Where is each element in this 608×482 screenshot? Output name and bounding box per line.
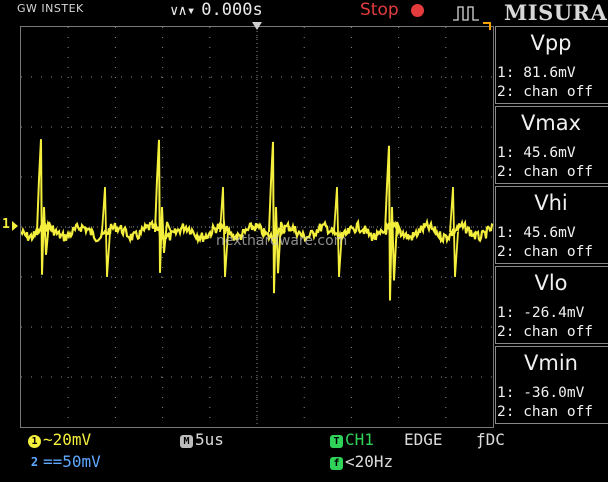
waveform-spike-secondary (219, 186, 229, 278)
measurement-panel: Vpp 1: 81.6mV 2: chan off Vmax 1: 45.6mV… (495, 26, 608, 426)
watermark: nexthardware.com (216, 233, 348, 249)
frequency-badge-icon: f (330, 457, 343, 470)
brand-logo: GW INSTEK (17, 2, 84, 15)
measurement-ch2-value: 2: chan off (497, 324, 594, 340)
channel1-scale[interactable]: 1 ~20mV (28, 430, 91, 449)
measurement-vmin[interactable]: Vmin 1: -36.0mV 2: chan off (495, 346, 608, 424)
frequency-counter: f <20Hz (330, 452, 393, 471)
channel2-volts-per-div: 50mV (62, 452, 101, 471)
horizontal-position-arrows-icon: ∨∧▾ (170, 3, 196, 19)
channel1-coupling-ac-icon: ~ (43, 430, 53, 449)
measurement-ch1-value: 1: -26.4mV (497, 305, 585, 321)
horizontal-position-readout: ∨∧▾ 0.000s (170, 0, 263, 20)
channel1-ground-marker[interactable]: 1 (2, 217, 18, 232)
waveform-spike (154, 139, 172, 273)
measurement-name: Vhi (534, 191, 568, 215)
measurement-ch2-value: 2: chan off (497, 404, 594, 420)
trigger-type[interactable]: EDGE (404, 430, 443, 449)
channel1-volts-per-div: 20mV (52, 430, 92, 449)
trigger-coupling[interactable]: ƒDC (476, 430, 505, 449)
waveform-spike (36, 139, 54, 275)
trigger-edge-icon (453, 6, 479, 21)
measurement-name: Vmax (520, 111, 582, 135)
measurement-ch2-value: 2: chan off (497, 164, 594, 180)
horizontal-position-value: 0.000s (201, 0, 263, 20)
channel2-coupling-dc-icon: == (43, 452, 63, 471)
timebase-badge-icon: M (180, 435, 193, 448)
measurement-vhi[interactable]: Vhi 1: 45.6mV 2: chan off (495, 186, 608, 264)
trigger-source[interactable]: T CH1 (330, 430, 374, 449)
channel1-badge-icon: 1 (28, 435, 41, 448)
menu-title: MISURA (504, 0, 608, 25)
measurement-vpp[interactable]: Vpp 1: 81.6mV 2: chan off (495, 26, 608, 104)
measurement-ch2-value: 2: chan off (497, 84, 594, 100)
measurement-vlo[interactable]: Vlo 1: -26.4mV 2: chan off (495, 266, 608, 344)
waveform-display[interactable] (20, 26, 494, 428)
measurement-name: Vlo (534, 271, 568, 295)
trigger-badge-icon: T (330, 435, 343, 448)
graticule (21, 27, 493, 427)
frequency-value: <20Hz (345, 452, 394, 471)
channel2-scale[interactable]: 2 ==50mV (28, 452, 101, 471)
oscilloscope-screen: GW INSTEK ∨∧▾ 0.000s Stop MISURA 1 nextha… (0, 0, 608, 482)
measurement-ch1-value: 1: 45.6mV (497, 225, 576, 241)
trigger-level-corner-icon (483, 22, 491, 30)
waveform-spike (268, 141, 286, 294)
measurement-ch1-value: 1: 45.6mV (497, 145, 576, 161)
channel2-badge-icon: 2 (30, 455, 39, 469)
measurement-vmax[interactable]: Vmax 1: 45.6mV 2: chan off (495, 106, 608, 184)
timebase[interactable]: M 5us (180, 430, 224, 449)
run-state-label[interactable]: Stop (360, 0, 399, 20)
measurement-ch1-value: 1: 81.6mV (497, 65, 576, 81)
measurement-ch1-value: 1: -36.0mV (497, 385, 585, 401)
stop-indicator-icon (411, 4, 424, 17)
timebase-value: 5us (195, 430, 224, 449)
measurement-name: Vpp (530, 31, 572, 55)
measurement-ch2-value: 2: chan off (497, 244, 594, 260)
trigger-source-value: CH1 (345, 430, 374, 449)
measurement-name: Vmin (524, 351, 578, 375)
trigger-position-marker-icon[interactable] (252, 22, 262, 30)
